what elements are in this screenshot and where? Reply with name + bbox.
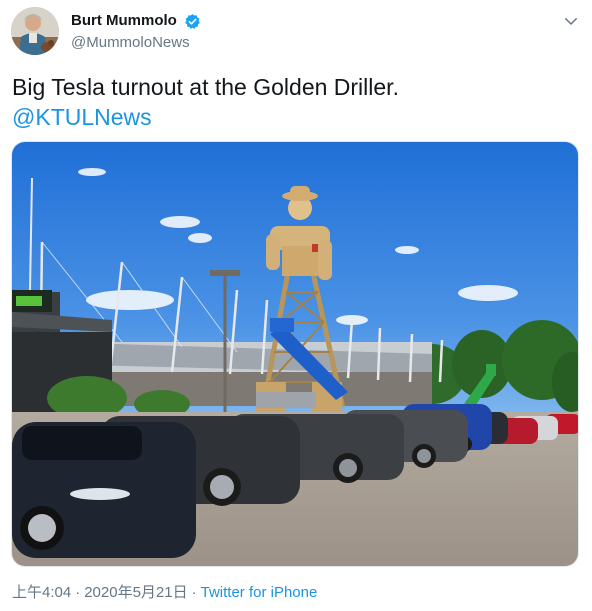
tweet-body: Big Tesla turnout at the Golden Driller.… — [12, 72, 578, 132]
tweet-photo[interactable] — [11, 141, 579, 567]
meta-separator: · — [191, 584, 197, 601]
author-display-name[interactable]: Burt Mummolo — [71, 11, 177, 31]
mention-link[interactable]: @KTULNews — [12, 102, 578, 132]
verified-badge-icon — [185, 13, 201, 29]
avatar-image — [11, 7, 59, 55]
author-handle[interactable]: @MummoloNews — [71, 33, 201, 53]
chevron-down-icon[interactable] — [562, 12, 580, 30]
tweet-meta: 上午4:04 · 2020年5月21日 · Twitter for iPhone — [12, 583, 317, 603]
tweet-date[interactable]: 2020年5月21日 — [84, 584, 187, 601]
avatar[interactable] — [11, 7, 59, 55]
tweet-card: Burt Mummolo @MummoloNews Big Tesla turn… — [0, 0, 592, 611]
tweet-time[interactable]: 上午4:04 — [12, 584, 71, 601]
meta-separator: · — [75, 584, 81, 601]
author-block: Burt Mummolo @MummoloNews — [71, 11, 201, 53]
photo-golden-driller-teslas — [12, 142, 578, 566]
tweet-source-link[interactable]: Twitter for iPhone — [201, 584, 318, 601]
tweet-text: Big Tesla turnout at the Golden Driller. — [12, 74, 399, 100]
